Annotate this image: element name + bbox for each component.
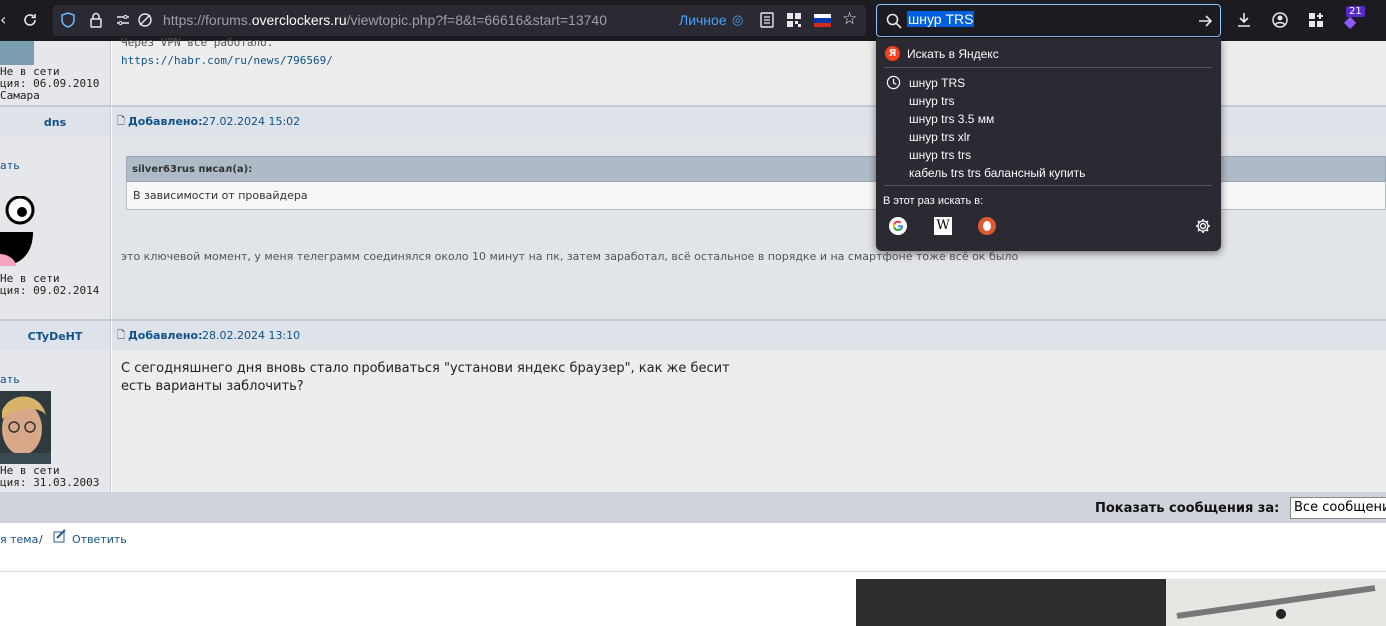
suggestion-item[interactable]: шнур trs 3.5 мм [909,112,994,126]
search-input[interactable]: шнур TRS [907,11,975,27]
post-text: Через VPN все работало. [121,36,274,49]
google-icon[interactable] [889,217,907,235]
avatar [0,196,35,266]
post-icon: 🗋 [117,116,126,127]
separator [884,67,1212,68]
url-domain: overclockers.ru [251,12,347,28]
url-suffix: /viewtopic.php?f=8&t=66616&start=13740 [346,12,607,28]
separator [884,185,1212,186]
reload-icon[interactable] [22,12,38,31]
download-icon[interactable] [1236,12,1252,31]
search-icon [886,13,902,32]
suggestion-item[interactable]: шнур trs [909,94,954,108]
post-author-name[interactable]: CTyDeHT [0,321,111,350]
post3-author-panel: ать Не в сети ция: 31.03.2003 [0,350,111,492]
search-with-yandex[interactable]: Искать в Яндекс [907,47,999,61]
profile-action-link[interactable]: ать [0,160,20,172]
location: Самара [0,89,40,102]
filter-bar: Показать сообщения за: Все сообщени [0,492,1386,523]
search-suggestions-dropdown: Я Искать в Яндекс шнур TRS шнур trs шнур… [876,38,1221,251]
history-icon [886,75,901,90]
shield-icon[interactable] [61,12,75,31]
container-label[interactable]: Личное [679,12,727,28]
search-with-label: В этот раз искать в: [883,195,984,207]
ad-image[interactable] [1166,579,1386,626]
post1-author-panel: Не в сети ция: 06.09.2010 Самара [0,41,111,105]
post-link[interactable]: https://habr.com/ru/news/796569/ [121,55,333,67]
avatar [0,391,51,464]
added-label: Добавлено: [128,329,203,342]
post3-body: С сегодняшнего дня вновь стало пробивать… [112,350,1386,492]
permissions-icon[interactable] [115,12,131,31]
extensions-badge: 21 [1346,6,1365,17]
url-prefix: https://forums. [163,12,252,28]
page-separator [0,571,1386,572]
post-icon: 🗋 [117,330,126,341]
post2-author-panel: ать Не в сети ция: 09.02.2014 [0,136,111,319]
post-author-name[interactable]: dns [0,107,111,136]
time-filter-select[interactable]: Все сообщени [1290,497,1386,519]
suggestion-item[interactable]: кабель trs trs балансный купить [909,166,1085,180]
post-text-line2: есть варианты заблочить? [121,379,304,394]
registration-date: ция: 09.02.2014 [0,284,100,297]
back-icon[interactable]: ‹ [0,12,6,28]
profile-action-link[interactable]: ать [0,374,20,386]
avatar [0,41,34,65]
url-bar[interactable]: https://forums.overclockers.ru/viewtopic… [53,5,866,36]
suggestion-item[interactable]: шнур TRS [909,76,965,90]
added-date: 28.02.2024 13:10 [202,329,301,342]
post-text: это ключевой момент, у меня телеграмм со… [121,250,1019,263]
suggestion-item[interactable]: шнур trs trs [909,148,971,162]
added-date: 27.02.2024 15:02 [202,115,301,128]
reply-icon[interactable] [53,529,67,543]
qr-code-icon[interactable] [786,12,802,31]
duckduckgo-icon[interactable] [978,217,996,235]
yandex-icon: Я [885,46,900,61]
extensions-icon[interactable] [1308,12,1324,31]
account-icon[interactable] [1272,12,1288,31]
wikipedia-icon[interactable]: W [934,217,952,235]
lock-icon[interactable] [89,12,103,31]
added-label: Добавлено: [128,115,203,128]
browser-toolbar: ‹ https://forums.overclockers.ru/viewtop… [0,0,1386,41]
reply-link[interactable]: Ответить [72,533,127,546]
bookmark-star-icon[interactable]: ☆ [842,11,857,28]
url-text[interactable]: https://forums.overclockers.ru/viewtopic… [163,12,607,28]
show-messages-label: Показать сообщения за: [1095,501,1280,516]
russian-flag-icon[interactable] [814,14,831,27]
go-arrow-icon[interactable] [1197,13,1213,32]
separator: / [39,533,43,546]
ad-banner[interactable] [856,579,1166,626]
suggestion-item[interactable]: шнур trs xlr [909,130,970,144]
settings-gear-icon[interactable] [1195,218,1211,234]
tracking-icon[interactable] [137,12,153,31]
post-header: 🗋 Добавлено: 28.02.2024 13:10 [112,321,1386,350]
search-bar[interactable]: шнур TRS [876,4,1221,37]
post-text-line1: С сегодняшнего дня вновь стало пробивать… [121,361,730,376]
new-topic-link[interactable]: я тема [0,533,38,546]
fingerprint-icon[interactable]: ◎ [732,13,743,29]
reader-view-icon[interactable] [760,12,774,31]
registration-date: ция: 31.03.2003 [0,476,100,489]
